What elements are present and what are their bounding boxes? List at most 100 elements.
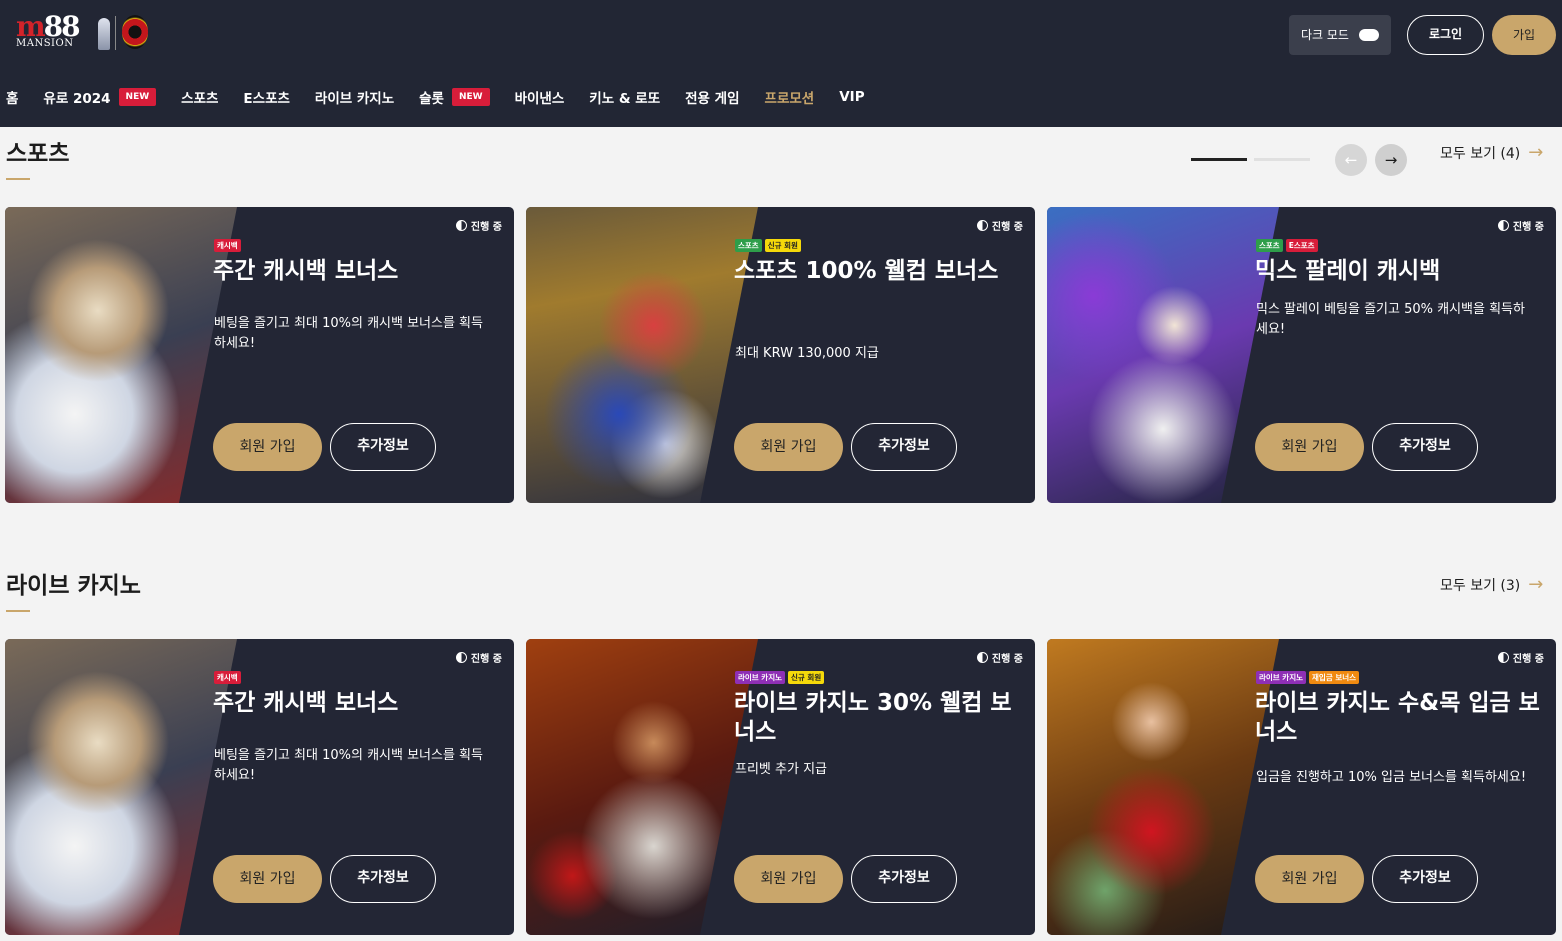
status-badge: 진행 중 bbox=[976, 218, 1023, 233]
nav-label: 슬롯 bbox=[419, 91, 444, 107]
promo-image bbox=[526, 639, 758, 935]
more-info-button[interactable]: 추가정보 bbox=[330, 855, 436, 903]
join-button[interactable]: 회원 가입 bbox=[734, 855, 843, 903]
view-all-label: 모두 보기 (3) bbox=[1440, 577, 1521, 594]
more-info-button[interactable]: 추가정보 bbox=[851, 855, 957, 903]
promo-image bbox=[5, 207, 237, 503]
promo-card[interactable]: 진행 중라이브 카지노 재입금 보너스라이브 카지노 수&목 입금 보너스입금을 … bbox=[1047, 639, 1556, 935]
promo-description: 최대 KRW 130,000 지급 bbox=[735, 346, 879, 361]
promo-description: 베팅을 즐기고 최대 10%의 캐시백 보너스를 획득하세요! bbox=[214, 748, 483, 783]
status-icon bbox=[455, 652, 467, 663]
promo-description: 입금을 진행하고 10% 입금 보너스를 획득하세요! bbox=[1256, 770, 1527, 785]
promo-tag: 신규 회원 bbox=[788, 671, 825, 684]
logo-divider bbox=[115, 16, 116, 50]
signup-button[interactable]: 가입 bbox=[1492, 15, 1556, 55]
status-label: 진행 중 bbox=[1512, 654, 1544, 665]
carousel-prev-button[interactable]: ← bbox=[1335, 144, 1367, 176]
dark-mode-label: 다크 모드 bbox=[1301, 28, 1349, 42]
nav-item-home[interactable]: 홈 bbox=[6, 87, 18, 107]
promo-tag: 신규 회원 bbox=[764, 239, 801, 252]
promo-title: 주간 캐시백 보너스 bbox=[213, 258, 399, 284]
join-button[interactable]: 회원 가입 bbox=[1255, 423, 1364, 471]
more-info-button[interactable]: 추가정보 bbox=[851, 423, 957, 471]
new-badge: NEW bbox=[451, 88, 490, 106]
nav-item-vip[interactable]: VIP bbox=[839, 89, 864, 105]
promo-tag: 캐시백 bbox=[214, 671, 241, 684]
promo-tag: 캐시백 bbox=[214, 239, 241, 252]
join-button[interactable]: 회원 가입 bbox=[734, 423, 843, 471]
promo-card[interactable]: 진행 중스포츠 E스포츠믹스 팔레이 캐시백믹스 팔레이 베팅을 즐기고 50% … bbox=[1047, 207, 1556, 503]
promo-image bbox=[5, 639, 237, 935]
promo-card[interactable]: 진행 중 캐시백 주간 캐시백 보너스 베팅을 즐기고 최대 10%의 캐시백 보너스… bbox=[5, 207, 514, 503]
status-label: 진행 중 bbox=[1512, 222, 1544, 233]
nav-label: 홈 bbox=[6, 91, 19, 107]
promo-image bbox=[1047, 207, 1279, 503]
promo-title: 라이브 카지노 수&목 입금 보너스 bbox=[1255, 690, 1540, 745]
nav-label: 프로모션 bbox=[764, 91, 815, 107]
promo-card[interactable]: 진행 중스포츠 신규 회원스포츠 100% 웰컴 보너스최대 KRW 130,00… bbox=[526, 207, 1035, 503]
view-all-sports-link[interactable]: 모두 보기 (4) → bbox=[1440, 142, 1543, 163]
section-title-sports: 스포츠 bbox=[6, 141, 70, 167]
logo-subtext: MANSION bbox=[16, 38, 74, 49]
nav-item-promotions[interactable]: 프로모션 bbox=[765, 87, 815, 107]
nav-item-slots[interactable]: 슬롯 NEW bbox=[419, 87, 490, 107]
join-button[interactable]: 회원 가입 bbox=[213, 855, 322, 903]
nav-item-keno-lotto[interactable]: 키노 & 로또 bbox=[589, 87, 660, 107]
promo-tag: 스포츠 bbox=[735, 239, 762, 252]
promo-tags: 스포츠 신규 회원 bbox=[735, 239, 801, 252]
promo-image bbox=[526, 207, 758, 503]
nav-item-sports[interactable]: 스포츠 bbox=[181, 87, 218, 107]
status-badge: 진행 중 bbox=[455, 218, 502, 233]
status-badge: 진행 중 bbox=[1497, 650, 1544, 665]
promo-title: 주간 캐시백 보너스 bbox=[213, 690, 399, 716]
nav-item-esports[interactable]: E스포츠 bbox=[243, 87, 289, 107]
brand-logo[interactable]: m88 MANSION bbox=[16, 12, 148, 52]
more-info-button[interactable]: 추가정보 bbox=[330, 423, 436, 471]
status-label: 진행 중 bbox=[470, 222, 502, 233]
nav-label: 스포츠 bbox=[181, 91, 219, 107]
nav-item-euro2024[interactable]: 유로 2024 NEW bbox=[43, 87, 157, 107]
promo-tag: 라이브 카지노 bbox=[1256, 671, 1307, 684]
section-title-live-casino: 라이브 카지노 bbox=[6, 573, 141, 599]
toggle-switch-icon[interactable] bbox=[1359, 29, 1379, 41]
nav-item-exclusive-games[interactable]: 전용 게임 bbox=[685, 87, 739, 107]
promo-description: 믹스 팔레이 베팅을 즐기고 50% 캐시백을 획득하세요! bbox=[1256, 302, 1525, 337]
nav-label: 바이낸스 bbox=[514, 91, 565, 107]
new-badge: NEW bbox=[118, 88, 157, 106]
promo-title: 스포츠 100% 웰컴 보너스 bbox=[734, 258, 999, 284]
carousel-progress-inactive bbox=[1254, 158, 1310, 161]
promo-title: 라이브 카지노 30% 웰컴 보너스 bbox=[734, 690, 1012, 745]
dark-mode-toggle[interactable]: 다크 모드 bbox=[1289, 15, 1391, 55]
promo-title: 믹스 팔레이 캐시백 bbox=[1255, 258, 1441, 284]
promo-tags: 스포츠 E스포츠 bbox=[1256, 239, 1318, 252]
nav-label: VIP bbox=[839, 89, 865, 105]
status-label: 진행 중 bbox=[470, 654, 502, 665]
more-info-button[interactable]: 추가정보 bbox=[1372, 423, 1478, 471]
promo-card[interactable]: 진행 중 라이브 카지노 신규 회원 라이브 카지노 30% 웰컴 보너스 프리벳 추가… bbox=[526, 639, 1035, 935]
promo-tag: 스포츠 bbox=[1256, 239, 1283, 252]
nav-label: 전용 게임 bbox=[685, 91, 740, 107]
view-all-live-casino-link[interactable]: 모두 보기 (3) → bbox=[1440, 574, 1543, 595]
promo-tag: E스포츠 bbox=[1285, 239, 1318, 252]
join-button[interactable]: 회원 가입 bbox=[1255, 855, 1364, 903]
nav-item-binance[interactable]: 바이낸스 bbox=[515, 87, 565, 107]
nav-label: E스포츠 bbox=[243, 91, 290, 107]
status-label: 진행 중 bbox=[991, 654, 1023, 665]
nav-label: 유로 2024 bbox=[43, 91, 111, 107]
status-icon bbox=[1497, 652, 1509, 663]
more-info-button[interactable]: 추가정보 bbox=[1372, 855, 1478, 903]
promo-card[interactable]: 진행 중캐시백주간 캐시백 보너스베팅을 즐기고 최대 10%의 캐시백 보너스… bbox=[5, 639, 514, 935]
section-title-underline bbox=[6, 610, 30, 612]
login-button[interactable]: 로그인 bbox=[1407, 15, 1484, 55]
section-title-underline bbox=[6, 178, 30, 180]
status-icon bbox=[976, 652, 988, 663]
carousel-next-button[interactable]: → bbox=[1375, 144, 1407, 176]
top-header: m88 MANSION 다크 모드 로그인 가입 홈 유로 2024 NEW 스포… bbox=[0, 0, 1562, 127]
promo-tag: 재입금 보너스 bbox=[1309, 671, 1360, 684]
nav-label: 키노 & 로또 bbox=[589, 91, 661, 107]
promo-tags: 캐시백 bbox=[214, 239, 241, 252]
view-all-label: 모두 보기 (4) bbox=[1440, 145, 1521, 162]
nav-item-live-casino[interactable]: 라이브 카지노 bbox=[315, 87, 394, 107]
status-badge: 진행 중 bbox=[976, 650, 1023, 665]
join-button[interactable]: 회원 가입 bbox=[213, 423, 322, 471]
